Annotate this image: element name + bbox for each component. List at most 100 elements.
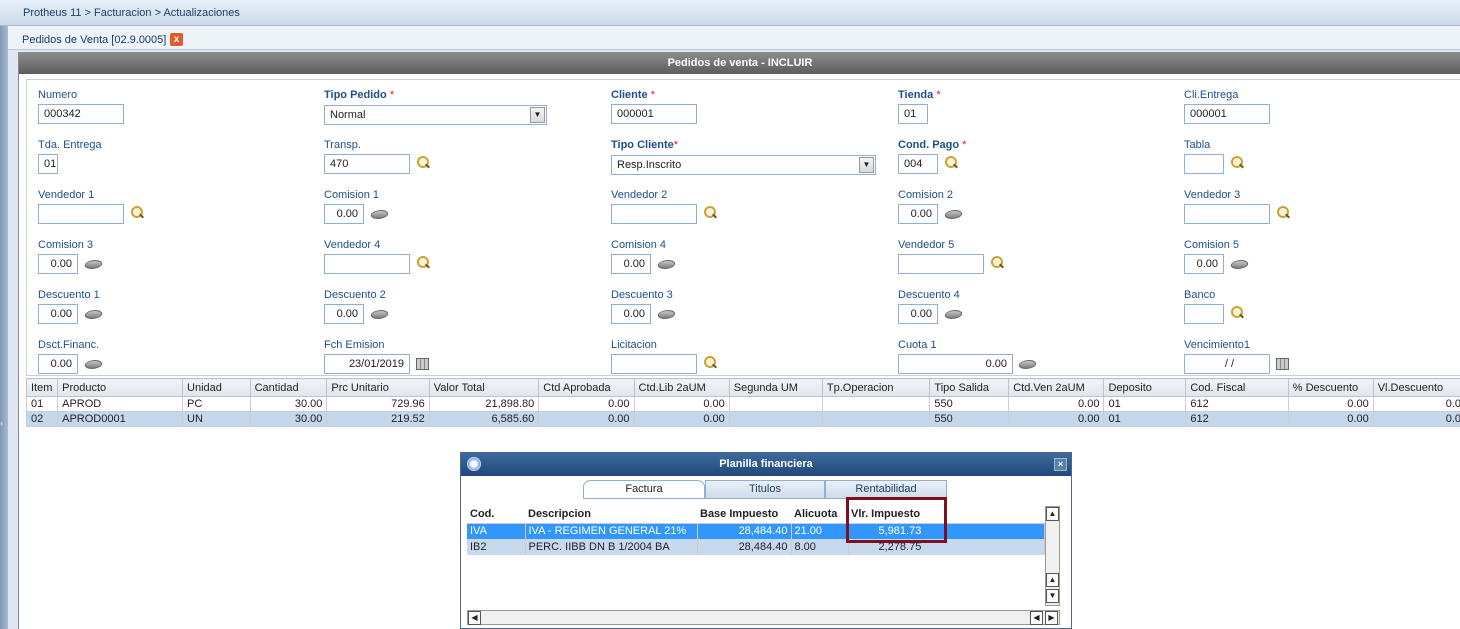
grid-cell[interactable]: PC: [182, 396, 251, 412]
scroll-left-icon[interactable]: ◀: [1030, 611, 1043, 625]
grid-cell[interactable]: 612: [1185, 396, 1289, 412]
vendedor1-field[interactable]: [38, 204, 124, 224]
grid-header[interactable]: Item: [25, 378, 59, 397]
tienda-field[interactable]: 01: [898, 104, 928, 124]
tax-cell[interactable]: IVA - REGIMEN GENERAL 21%: [525, 523, 698, 539]
grid-cell[interactable]: 0.00: [1287, 411, 1374, 427]
grid-header[interactable]: % Descuento: [1287, 378, 1374, 397]
grid-cell[interactable]: [728, 411, 823, 427]
grid-header[interactable]: Prc Unitario: [326, 378, 430, 397]
grid-cell[interactable]: [728, 396, 823, 412]
grid-cell[interactable]: 0.0: [1372, 396, 1460, 412]
grid-cell[interactable]: 6,585.60: [428, 411, 540, 427]
descuento2-field[interactable]: 0.00: [324, 304, 364, 324]
grid-cell[interactable]: 219.52: [326, 411, 430, 427]
comision2-field[interactable]: 0.00: [898, 204, 938, 224]
tda-entrega-field[interactable]: 01: [38, 154, 58, 174]
calculator-icon[interactable]: [83, 360, 104, 369]
calculator-icon[interactable]: [369, 310, 390, 319]
cli-entrega-field[interactable]: 000001: [1184, 104, 1270, 124]
grid-header[interactable]: Cod. Fiscal: [1185, 378, 1289, 397]
vencimiento1-field[interactable]: / /: [1184, 354, 1270, 374]
calculator-icon[interactable]: [1017, 360, 1038, 369]
grid-cell[interactable]: 0.00: [1008, 411, 1105, 427]
dialog-title-bar[interactable]: Planilla financiera ×: [461, 453, 1071, 476]
banco-field[interactable]: [1184, 304, 1224, 324]
search-icon[interactable]: [990, 256, 1004, 270]
grid-cell[interactable]: 30.00: [249, 411, 328, 427]
tab-factura[interactable]: Factura: [583, 480, 705, 499]
grid-cell[interactable]: APROD: [57, 396, 184, 412]
grid-cell[interactable]: 729.96: [326, 396, 430, 412]
grid-cell[interactable]: APROD0001: [57, 411, 184, 427]
breadcrumb[interactable]: Protheus 11 > Facturacion > Actualizacio…: [23, 7, 240, 19]
scroll-down-icon[interactable]: ▼: [1046, 589, 1059, 603]
grid-cell[interactable]: 0.00: [1008, 396, 1105, 412]
tax-cell[interactable]: 28,484.40: [697, 539, 792, 555]
grid-cell[interactable]: 01: [1103, 396, 1187, 412]
grid-header[interactable]: Unidad: [182, 378, 251, 397]
tab-titulos[interactable]: Titulos: [705, 480, 825, 499]
table-row[interactable]: IVA IVA - REGIMEN GENERAL 21% 28,484.40 …: [467, 523, 1045, 539]
vendedor4-field[interactable]: [324, 254, 410, 274]
tax-cell[interactable]: IVA: [467, 523, 526, 539]
grid-cell[interactable]: 0.00: [633, 396, 730, 412]
licitacion-field[interactable]: [611, 354, 697, 374]
close-icon[interactable]: ×: [1054, 458, 1067, 471]
grid-header[interactable]: Segunda UM: [728, 378, 823, 397]
calculator-icon[interactable]: [83, 310, 104, 319]
descuento4-field[interactable]: 0.00: [898, 304, 938, 324]
tipo-pedido-select[interactable]: Normal ▼: [324, 105, 547, 125]
grid-cell[interactable]: 30.00: [249, 396, 328, 412]
grid-header[interactable]: Tp.Operacion: [821, 378, 931, 397]
search-icon[interactable]: [1276, 206, 1290, 220]
cond-pago-field[interactable]: 004: [898, 154, 938, 174]
numero-field[interactable]: 000342: [38, 104, 124, 124]
tax-header[interactable]: Cod.: [467, 506, 525, 524]
grid-cell[interactable]: 0.0: [1372, 411, 1460, 427]
grid-cell[interactable]: 550: [929, 396, 1010, 412]
grid-cell[interactable]: [821, 396, 931, 412]
tab-pedidos-de-venta[interactable]: Pedidos de Venta [02.9.0005]: [22, 34, 166, 46]
calculator-icon[interactable]: [943, 310, 964, 319]
tax-header[interactable]: Base Impuesto: [697, 506, 791, 524]
grid-header[interactable]: Cantidad: [249, 378, 328, 397]
dsct-financ-field[interactable]: 0.00: [38, 354, 78, 374]
grid-header[interactable]: Ctd Aprobada: [538, 378, 635, 397]
comision4-field[interactable]: 0.00: [611, 254, 651, 274]
tax-cell[interactable]: IB2: [467, 539, 526, 555]
chevron-down-icon[interactable]: ▼: [530, 107, 545, 123]
search-icon[interactable]: [944, 156, 958, 170]
table-row[interactable]: 01 APROD PC 30.00 729.96 21,898.80 0.00 …: [25, 396, 1460, 412]
grid-cell[interactable]: 01: [25, 396, 59, 412]
search-icon[interactable]: [703, 356, 717, 370]
grid-header[interactable]: Valor Total: [428, 378, 540, 397]
search-icon[interactable]: [130, 206, 144, 220]
grid-cell[interactable]: 21,898.80: [428, 396, 540, 412]
tax-cell[interactable]: PERC. IIBB DN B 1/2004 BA: [525, 539, 698, 555]
scroll-up-icon[interactable]: ▲: [1046, 573, 1059, 587]
comision3-field[interactable]: 0.00: [38, 254, 78, 274]
vendedor2-field[interactable]: [611, 204, 697, 224]
comision1-field[interactable]: 0.00: [324, 204, 364, 224]
calculator-icon[interactable]: [1229, 260, 1250, 269]
calculator-icon[interactable]: [369, 210, 390, 219]
grid-cell[interactable]: 02: [25, 411, 59, 427]
calculator-icon[interactable]: [83, 260, 104, 269]
grid-cell[interactable]: [821, 411, 931, 427]
grid-cell[interactable]: 0.00: [538, 411, 635, 427]
calendar-icon[interactable]: [416, 358, 429, 370]
calculator-icon[interactable]: [656, 310, 677, 319]
scroll-right-icon[interactable]: ▶: [1045, 611, 1058, 625]
tabla-field[interactable]: [1184, 154, 1224, 174]
grid-cell[interactable]: 612: [1185, 411, 1289, 427]
search-icon[interactable]: [416, 156, 430, 170]
cuota1-field[interactable]: 0.00: [898, 354, 1013, 374]
grid-header[interactable]: Ctd.Lib 2aUM: [633, 378, 730, 397]
fch-emision-field[interactable]: 23/01/2019: [324, 354, 410, 374]
vendedor5-field[interactable]: [898, 254, 984, 274]
grid-header[interactable]: Tipo Salida: [929, 378, 1010, 397]
tax-header[interactable]: Alicuota: [791, 506, 848, 524]
search-icon[interactable]: [1230, 306, 1244, 320]
tipo-cliente-select[interactable]: Resp.Inscrito ▼: [611, 155, 876, 175]
